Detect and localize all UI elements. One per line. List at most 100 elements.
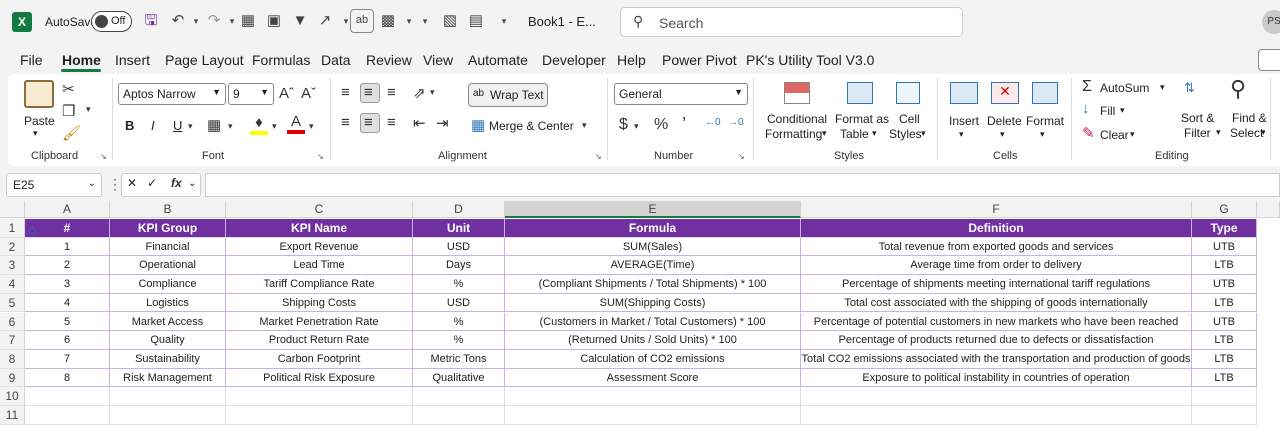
- font-name-select[interactable]: Aptos Narrow ▼: [118, 83, 226, 105]
- tab-pk-utility-tool[interactable]: PK's Utility Tool V3.0: [746, 52, 874, 68]
- empty-cell[interactable]: [110, 387, 226, 406]
- table-cell[interactable]: Average time from order to delivery: [801, 256, 1192, 276]
- fill-icon[interactable]: ↓: [1082, 100, 1090, 117]
- sort-filter-dropdown-icon[interactable]: ▾: [1216, 127, 1221, 138]
- form-icon[interactable]: ▤: [466, 11, 486, 31]
- bold-button[interactable]: B: [125, 118, 134, 133]
- table-cell[interactable]: 3: [25, 275, 110, 294]
- column-header-c[interactable]: C: [226, 201, 413, 218]
- merge-center-label[interactable]: Merge & Center: [489, 119, 574, 133]
- find-select-label-1[interactable]: Find &: [1232, 111, 1267, 125]
- table-cell[interactable]: Shipping Costs: [226, 293, 413, 313]
- empty-cell[interactable]: [1192, 387, 1257, 406]
- cut-icon[interactable]: ✂: [62, 80, 75, 98]
- table-cell[interactable]: SUM(Shipping Costs): [505, 293, 801, 313]
- fill-dropdown-icon[interactable]: ▾: [1120, 105, 1125, 116]
- table-cell[interactable]: Tariff Compliance Rate: [226, 275, 413, 294]
- table-cell[interactable]: LTB: [1192, 256, 1257, 276]
- delete-dropdown-icon[interactable]: ▾: [1000, 129, 1005, 140]
- table-cell[interactable]: 6: [25, 331, 110, 350]
- row-header-9[interactable]: 9: [0, 368, 25, 388]
- decrease-font-icon[interactable]: Aˇ: [301, 85, 316, 102]
- table-cell[interactable]: Operational: [110, 256, 226, 276]
- empty-cell[interactable]: [413, 387, 505, 406]
- empty-cell[interactable]: [110, 406, 226, 425]
- empty-cell[interactable]: [505, 387, 801, 406]
- table-cell[interactable]: 4: [25, 293, 110, 313]
- empty-cell[interactable]: [25, 387, 110, 406]
- name-box[interactable]: E25 ⌄: [6, 173, 102, 197]
- table-cell[interactable]: Sustainability: [110, 349, 226, 369]
- delete-label[interactable]: Delete: [987, 114, 1022, 128]
- paste-label[interactable]: Paste: [24, 114, 55, 128]
- copy-icon[interactable]: ❐: [62, 102, 75, 120]
- row-header-4[interactable]: 4: [0, 275, 25, 294]
- currency-icon[interactable]: $: [619, 116, 628, 134]
- fill-label[interactable]: Fill: [1100, 104, 1115, 118]
- row-header-8[interactable]: 8: [0, 349, 25, 369]
- table-cell[interactable]: Logistics: [110, 293, 226, 313]
- column-header-e[interactable]: E: [505, 201, 801, 218]
- table-cell[interactable]: Total revenue from exported goods and se…: [801, 237, 1192, 257]
- number-launcher-icon[interactable]: ↘: [738, 152, 745, 161]
- table-cell[interactable]: AVERAGE(Time): [505, 256, 801, 276]
- clear-icon[interactable]: ✎: [1082, 124, 1095, 142]
- align-center-icon[interactable]: ≡: [360, 113, 380, 133]
- increase-font-icon[interactable]: Aˆ: [279, 85, 294, 102]
- customize-dropdown-icon[interactable]: ▾: [415, 11, 435, 31]
- home-icon[interactable]: ⌂: [28, 221, 44, 237]
- percent-icon[interactable]: %: [654, 116, 668, 134]
- find-icon[interactable]: ⚲: [1230, 76, 1246, 102]
- number-format-select[interactable]: General ▼: [614, 83, 748, 105]
- column-header-a[interactable]: A: [25, 201, 110, 218]
- insert-dropdown-icon[interactable]: ▾: [959, 129, 964, 140]
- table-cell[interactable]: Percentage of potential customers in new…: [801, 312, 1192, 332]
- borders-icon[interactable]: ▦: [207, 116, 221, 134]
- table-cell[interactable]: Product Return Rate: [226, 331, 413, 350]
- merge-dropdown-icon[interactable]: ▾: [582, 120, 587, 131]
- table-cell[interactable]: 5: [25, 312, 110, 332]
- column-header-b[interactable]: B: [110, 201, 226, 218]
- table-cell[interactable]: Political Risk Exposure: [226, 368, 413, 388]
- alignment-launcher-icon[interactable]: ↘: [595, 152, 602, 161]
- tab-home[interactable]: Home: [62, 52, 101, 68]
- merge-center-icon[interactable]: ▦: [471, 116, 485, 134]
- row-header-2[interactable]: 2: [0, 237, 25, 257]
- underline-button[interactable]: U: [173, 118, 182, 133]
- table-cell[interactable]: Metric Tons: [413, 349, 505, 369]
- calculator-icon[interactable]: ▧: [440, 11, 460, 31]
- autosum-dropdown-icon[interactable]: ▾: [1160, 82, 1165, 93]
- empty-cell[interactable]: [1192, 406, 1257, 425]
- table-cell[interactable]: LTB: [1192, 349, 1257, 369]
- cell-styles-label-1[interactable]: Cell: [899, 112, 920, 126]
- row-header-7[interactable]: 7: [0, 331, 25, 350]
- table-cell[interactable]: Total CO2 emissions associated with the …: [801, 349, 1192, 369]
- empty-cell[interactable]: [801, 387, 1192, 406]
- tab-automate[interactable]: Automate: [468, 52, 528, 68]
- tab-insert[interactable]: Insert: [115, 52, 150, 68]
- table-cell[interactable]: 8: [25, 368, 110, 388]
- more-options-icon[interactable]: ⋮: [108, 176, 122, 193]
- increase-indent-icon[interactable]: ⇥: [436, 114, 449, 132]
- fx-dropdown-icon[interactable]: ⌄: [188, 178, 196, 189]
- format-as-table-icon[interactable]: [847, 82, 873, 104]
- decrease-indent-icon[interactable]: ⇤: [413, 114, 426, 132]
- insert-label[interactable]: Insert: [949, 114, 979, 128]
- column-header-f[interactable]: F: [801, 201, 1192, 218]
- header-cell[interactable]: KPI Name: [226, 219, 413, 238]
- table-cell[interactable]: Assessment Score: [505, 368, 801, 388]
- format-label[interactable]: Format: [1026, 114, 1064, 128]
- comma-style-icon[interactable]: ’: [682, 114, 686, 135]
- align-top-icon[interactable]: ≡: [338, 84, 358, 104]
- table-cell[interactable]: Financial: [110, 237, 226, 257]
- currency-dropdown-icon[interactable]: ▾: [634, 121, 639, 132]
- table-cell[interactable]: Market Penetration Rate: [226, 312, 413, 332]
- table-cell[interactable]: Calculation of CO2 emissions: [505, 349, 801, 369]
- format-table-dropdown-icon[interactable]: ▾: [872, 128, 877, 139]
- cell-styles-icon[interactable]: [896, 82, 920, 104]
- format-cells-icon[interactable]: [1032, 82, 1058, 104]
- document-title[interactable]: Book1 - E...: [528, 14, 596, 29]
- paste-icon[interactable]: [24, 80, 54, 108]
- table-cell[interactable]: Risk Management: [110, 368, 226, 388]
- sort-filter-label-1[interactable]: Sort &: [1181, 111, 1214, 125]
